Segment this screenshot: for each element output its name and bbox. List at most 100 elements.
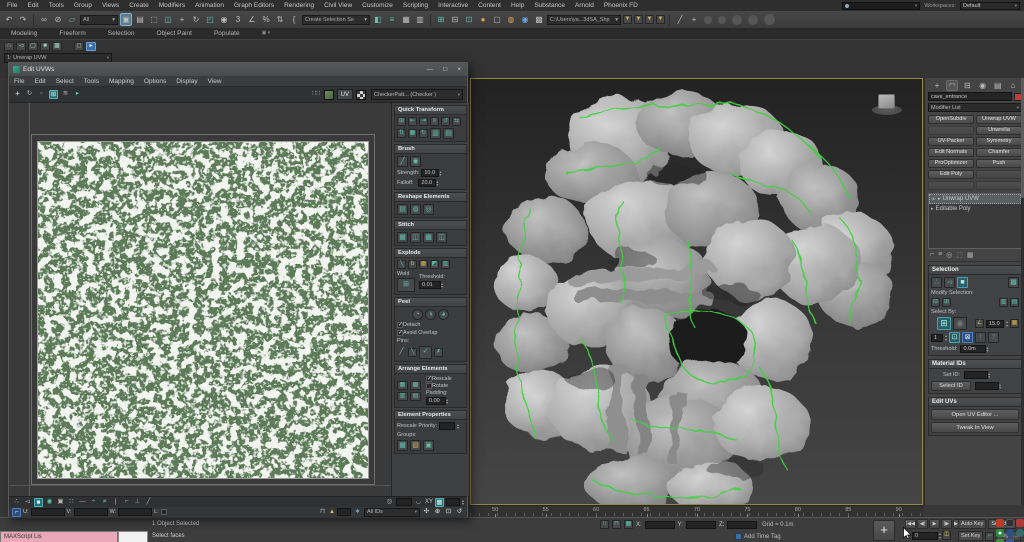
layer-3-icon[interactable]: ▼ xyxy=(645,15,654,24)
maximize-button[interactable]: □ xyxy=(443,66,447,73)
render-production-icon[interactable]: ◉ xyxy=(519,13,531,26)
modifier-button[interactable]: Edit Poly xyxy=(928,170,974,179)
stitch-average-icon[interactable]: ▦ xyxy=(423,232,434,243)
select-id-button[interactable]: Select ID xyxy=(931,381,971,391)
select-grow-icon[interactable]: ∷ xyxy=(67,498,76,507)
section-header[interactable]: Element Properties xyxy=(394,410,467,420)
snap-icon[interactable]: ▸ xyxy=(73,90,82,99)
tray-icon[interactable] xyxy=(1016,519,1024,527)
spinner[interactable]: ▴▾ xyxy=(999,383,1001,389)
modify-tab-icon[interactable]: ◠ xyxy=(946,80,958,91)
selection-filter-dropdown[interactable]: All▾ xyxy=(80,15,118,25)
material-ids-rollout-header[interactable]: Material IDs xyxy=(928,359,1022,369)
tray-icon[interactable] xyxy=(1006,529,1014,537)
menu-item[interactable]: Tools xyxy=(44,2,69,9)
material-editor-icon[interactable]: ● xyxy=(477,13,489,26)
section-header[interactable]: Explode xyxy=(394,248,467,258)
planar-angle-icon[interactable]: ∠ xyxy=(975,319,984,328)
isolate-icon[interactable]: ╱ xyxy=(674,13,686,26)
modifier-button[interactable]: Push xyxy=(976,159,1022,168)
snap-3d-icon[interactable]: 3 xyxy=(232,13,244,26)
shrink-selection-icon[interactable]: ⊟ xyxy=(931,298,940,307)
menu-item[interactable]: Phoenix FD xyxy=(599,2,643,9)
named-selection-dropdown[interactable]: Create Selection Se▾ xyxy=(302,15,370,25)
section-header[interactable]: Brush xyxy=(394,144,467,154)
uv-menu-item[interactable]: View xyxy=(203,78,227,85)
menu-item[interactable]: Arnold xyxy=(570,2,599,9)
pin-active-icon[interactable]: ✓ xyxy=(419,346,432,359)
spinner[interactable]: ▴▾ xyxy=(462,499,464,505)
uv-horizontal-icon[interactable]: ⊥ xyxy=(133,498,142,507)
menu-item[interactable]: Create xyxy=(124,2,154,9)
light-toggle-icon[interactable] xyxy=(718,16,726,24)
element-mode-icon[interactable]: ▩ xyxy=(52,42,62,51)
modifier-button[interactable] xyxy=(928,126,974,135)
lock-aspect-checkbox[interactable] xyxy=(161,509,167,515)
uv-window-titlebar[interactable]: Edit UVWs — □ × xyxy=(9,63,467,76)
rescale-priority-field[interactable] xyxy=(439,422,455,430)
strength-field[interactable]: 10.0 xyxy=(421,169,439,177)
select-group-icon[interactable]: ▣ xyxy=(423,440,434,451)
uv-canvas[interactable] xyxy=(9,103,391,496)
tray-icon[interactable] xyxy=(996,529,1004,537)
select-by-name-icon[interactable]: ▤ xyxy=(134,13,146,26)
select-by-poly-icon[interactable]: ⊞ xyxy=(937,317,951,330)
vertex-subobject-icon[interactable]: ∴ xyxy=(931,277,942,288)
modifier-button[interactable]: UV-Packer xyxy=(928,137,974,146)
scale-icon[interactable]: ▫ xyxy=(37,90,46,99)
align-to-edge-icon[interactable]: ▥ xyxy=(430,128,441,139)
rotate-icon[interactable]: ↻ xyxy=(25,90,34,99)
select-rotate-icon[interactable]: ↻ xyxy=(190,13,202,26)
edit-named-selections-icon[interactable]: { xyxy=(288,13,300,26)
align-v-icon[interactable]: ⇥ xyxy=(419,117,428,126)
modifier-button[interactable] xyxy=(976,170,1022,179)
w-field[interactable] xyxy=(118,508,152,516)
paint-move-brush-icon[interactable]: ╱ xyxy=(397,156,408,167)
section-header[interactable]: Reshape Elements xyxy=(394,192,467,202)
percent-snap-icon[interactable]: % xyxy=(260,13,272,26)
object-name-field[interactable]: cave_entrance xyxy=(928,92,1012,101)
grid-snap-icon[interactable]: ▦ xyxy=(435,498,444,507)
grid-size-field[interactable] xyxy=(446,498,460,506)
rotate-cw-icon[interactable]: ↻ xyxy=(419,129,428,138)
modifier-button[interactable]: ProOptimizer xyxy=(928,159,974,168)
ref-coord-icon[interactable]: ◉ xyxy=(218,13,230,26)
select-element-icon[interactable]: ▩ xyxy=(1008,277,1019,288)
auto-key-button[interactable]: Auto Key xyxy=(958,519,986,529)
maxscript-listener-white[interactable] xyxy=(118,531,148,542)
display-filter-icon[interactable]: + xyxy=(688,13,700,26)
modifier-button[interactable]: Edit Normals xyxy=(928,148,974,157)
sign-in-box[interactable]: ▾ xyxy=(842,2,920,10)
unpin-icon[interactable]: ✗ xyxy=(434,348,443,357)
border-mode-icon[interactable]: ▢ xyxy=(28,42,38,51)
select-matid-icon[interactable]: ▦ xyxy=(1010,319,1019,328)
current-frame-field[interactable]: 0 xyxy=(912,532,938,540)
poly-mode-icon[interactable]: ■ xyxy=(40,42,50,51)
soft-selection-icon[interactable]: ◎ xyxy=(385,498,394,507)
perspective-viewport[interactable] xyxy=(470,78,923,505)
uv-menu-item[interactable]: Edit xyxy=(29,78,50,85)
menu-item[interactable]: Substance xyxy=(529,2,570,9)
uv-menu-item[interactable]: Select xyxy=(51,78,79,85)
select-overlapped-icon[interactable]: ⊡ xyxy=(949,332,960,343)
angle-snap-icon[interactable]: ∠ xyxy=(246,13,258,26)
prev-modifier-icon[interactable]: ◻ xyxy=(74,42,84,51)
menu-item[interactable]: Content xyxy=(473,2,506,9)
modifier-button[interactable]: Chamfer xyxy=(976,148,1022,157)
uv-menu-item[interactable]: Tools xyxy=(79,78,104,85)
menu-item[interactable]: Help xyxy=(506,2,529,9)
lock-icon[interactable]: ⊓ xyxy=(318,508,327,517)
edge-mode-icon[interactable]: ◅ xyxy=(16,42,26,51)
menu-item[interactable]: Scripting xyxy=(398,2,433,9)
zoom-extents-icon[interactable]: ↺ xyxy=(455,508,464,517)
relax-icon[interactable]: ◎ xyxy=(423,204,434,215)
spinner[interactable]: ▴▾ xyxy=(457,423,459,429)
align-icon[interactable]: ≡ xyxy=(386,13,398,26)
edit-uvs-rollout-header[interactable]: Edit UVs xyxy=(928,397,1022,407)
pixel-snap-icon[interactable]: ∷∷ xyxy=(312,90,321,99)
select-missing-icon[interactable]: ? xyxy=(988,332,999,343)
weld-button[interactable]: ⊞ xyxy=(397,278,415,292)
crossing-icon[interactable]: ◫ xyxy=(162,13,174,26)
polygon-subobject-icon[interactable]: ■ xyxy=(957,277,968,288)
polygon-modeling-icon[interactable]: ∴ xyxy=(4,42,14,51)
